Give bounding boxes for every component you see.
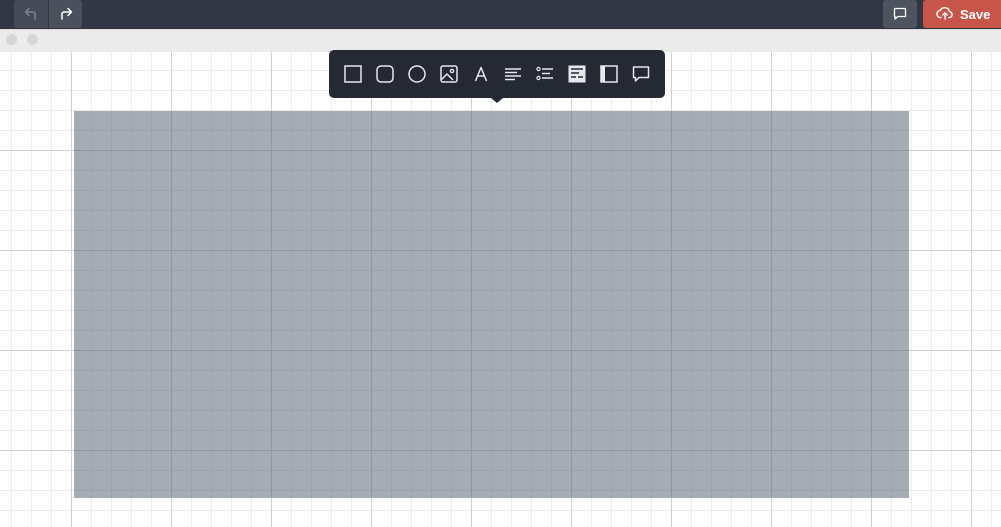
ellipse-tool[interactable] — [405, 62, 429, 86]
rounded-square-icon — [375, 64, 395, 84]
undo-button[interactable] — [14, 0, 48, 28]
form-tool[interactable] — [565, 62, 589, 86]
rounded-rectangle-tool[interactable] — [373, 62, 397, 86]
align-left-icon — [503, 64, 523, 84]
panel-tool[interactable] — [597, 62, 621, 86]
square-outline-icon — [343, 64, 363, 84]
redo-icon — [58, 6, 74, 22]
top-bar: Save — [0, 0, 1001, 29]
selected-shape[interactable] — [74, 111, 909, 498]
redo-button[interactable] — [49, 0, 82, 28]
speech-bubble-icon — [631, 64, 651, 84]
list-tool[interactable] — [533, 62, 557, 86]
rectangle-tool[interactable] — [341, 62, 365, 86]
letter-a-icon — [471, 64, 491, 84]
bulleted-list-icon — [535, 64, 555, 84]
window-minimize-dot[interactable] — [27, 34, 38, 45]
sidebar-panel-icon — [599, 64, 619, 84]
cloud-upload-icon — [936, 6, 954, 23]
form-block-icon — [567, 64, 587, 84]
circle-outline-icon — [407, 64, 427, 84]
text-tool[interactable] — [469, 62, 493, 86]
window-close-dot[interactable] — [6, 34, 17, 45]
save-button[interactable]: Save — [923, 0, 1001, 28]
comment-tool[interactable] — [629, 62, 653, 86]
save-label: Save — [960, 6, 991, 22]
image-icon — [439, 64, 459, 84]
comments-button[interactable] — [883, 0, 917, 28]
paragraph-tool[interactable] — [501, 62, 525, 86]
image-tool[interactable] — [437, 62, 461, 86]
undo-icon — [23, 6, 39, 22]
window-strip — [0, 29, 1001, 52]
speech-bubble-icon — [892, 6, 908, 22]
shape-toolbar — [329, 50, 665, 103]
